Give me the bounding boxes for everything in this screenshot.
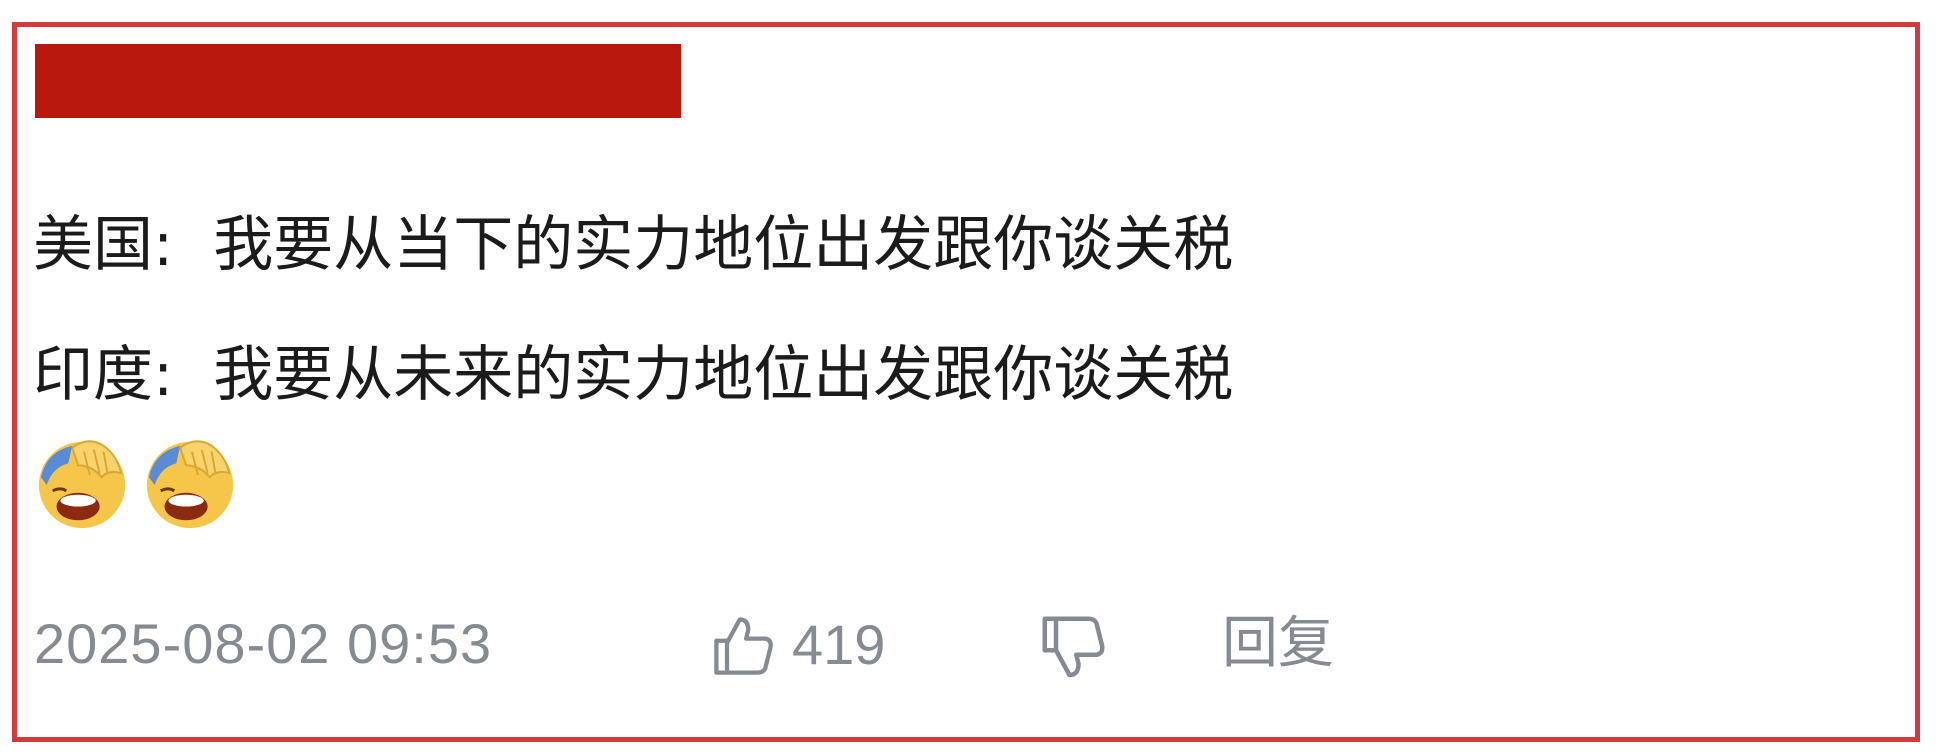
comment-text: 我要从当下的实力地位出发跟你谈关税	[213, 210, 1234, 280]
emoji-row	[33, 430, 239, 540]
dislike-button[interactable]	[1038, 612, 1110, 684]
reply-button[interactable]: 回复	[1222, 614, 1334, 674]
speaker-label: 美国:	[33, 210, 174, 280]
like-count: 419	[792, 613, 886, 676]
comment-line-usa: 美国: 我要从当下的实力地位出发跟你谈关税	[33, 205, 1233, 285]
facepalm-laugh-emoji-icon	[38, 440, 126, 529]
like-button[interactable]: 419	[710, 610, 885, 680]
thumbs-up-icon	[714, 617, 773, 675]
comment-meta-bar: 2025-08-02 09:53 419 回复	[0, 600, 1948, 690]
facepalm-laugh-emoji-icon	[146, 440, 234, 529]
comment-line-india: 印度: 我要从未来的实力地位出发跟你谈关税	[33, 335, 1233, 415]
redacted-username-bar	[35, 44, 681, 118]
speaker-label: 印度:	[33, 340, 174, 410]
comment-text: 我要从未来的实力地位出发跟你谈关税	[213, 340, 1234, 410]
timestamp: 2025-08-02 09:53	[34, 612, 493, 675]
thumbs-down-icon	[1042, 616, 1105, 678]
